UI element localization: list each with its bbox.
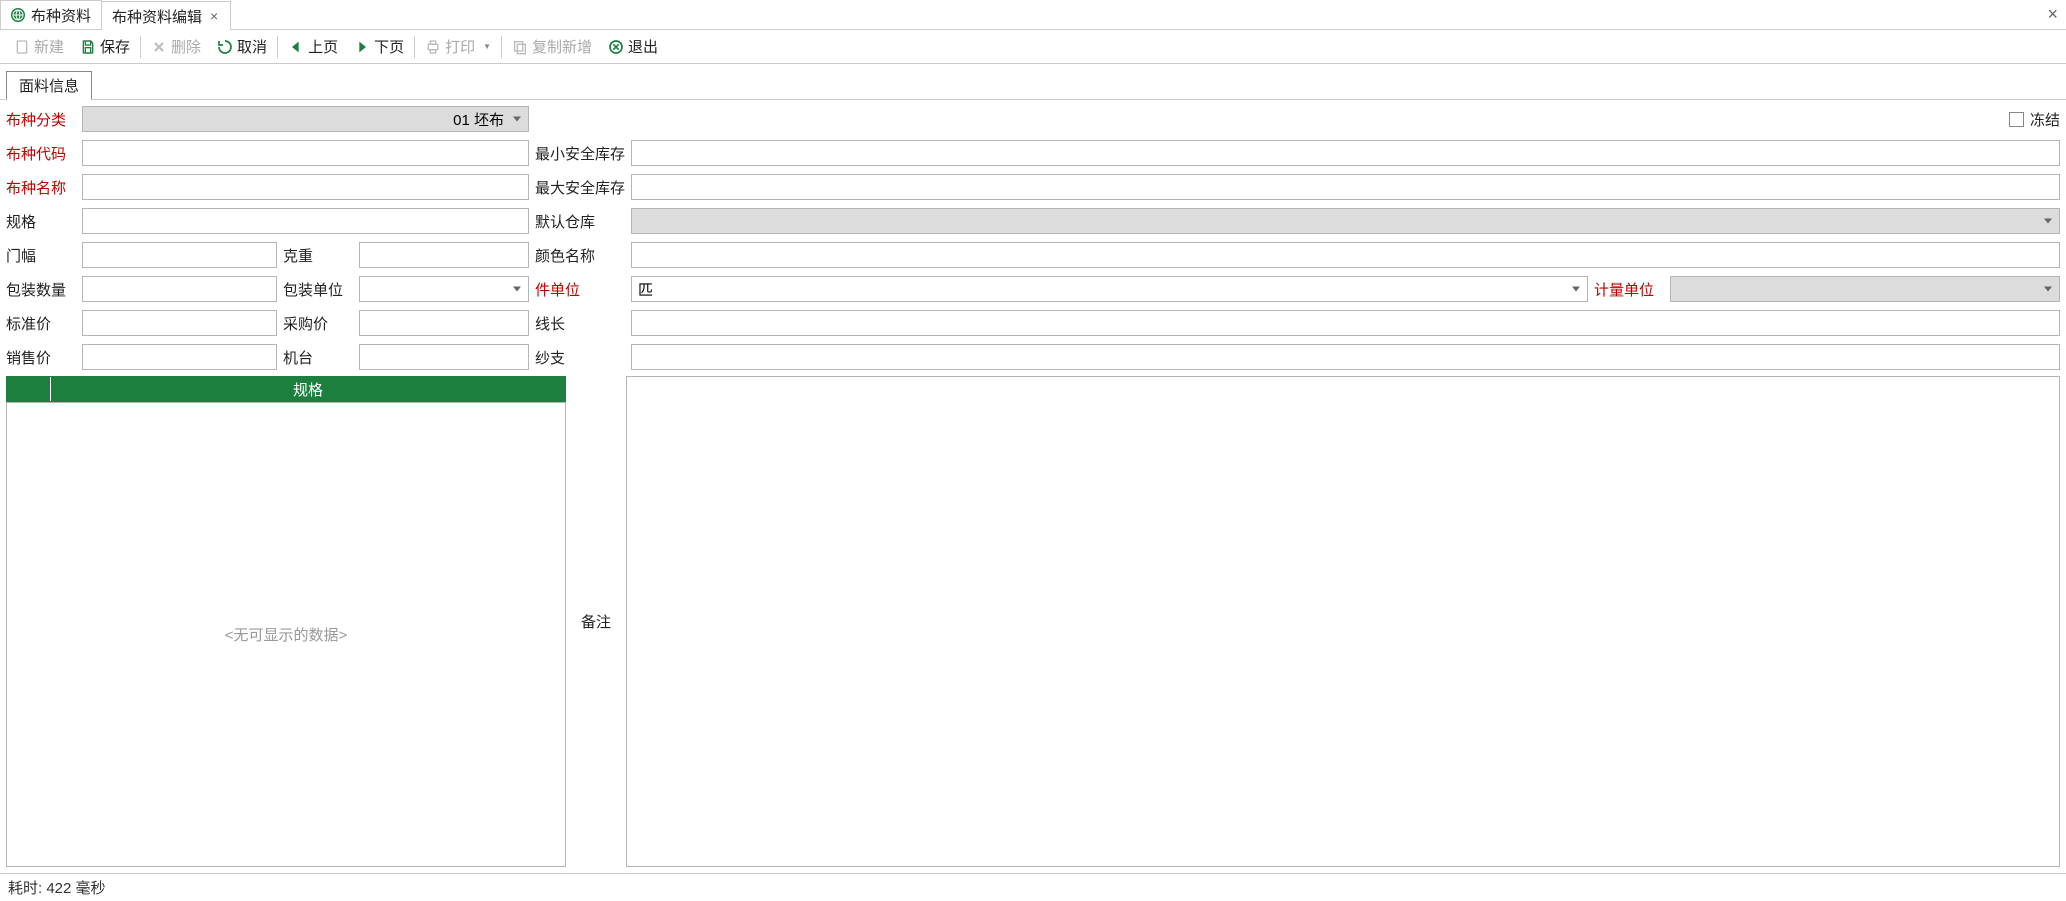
frozen-checkbox-wrap: 冻结	[1670, 109, 2060, 130]
label-line-len: 线长	[535, 313, 625, 334]
tab-fabric-edit[interactable]: 布种资料编辑 ×	[101, 1, 231, 30]
separator	[501, 36, 502, 58]
label-min-stock: 最小安全库存	[535, 143, 625, 164]
code-input[interactable]	[82, 140, 529, 166]
status-bar: 耗时: 422 毫秒	[0, 873, 2066, 901]
line-len-input[interactable]	[631, 310, 2060, 336]
cancel-button[interactable]: 取消	[209, 30, 275, 63]
piece-unit-select[interactable]	[631, 276, 1588, 302]
lower-area: 规格 <无可显示的数据> 备注	[0, 376, 2066, 873]
delete-button[interactable]: 删除	[143, 30, 209, 63]
spec-grid: 规格 <无可显示的数据>	[6, 376, 566, 867]
spec-grid-header: 规格	[6, 376, 566, 402]
label-code: 布种代码	[6, 143, 76, 164]
yarn-input[interactable]	[631, 344, 2060, 370]
std-price-input[interactable]	[82, 310, 277, 336]
pack-qty-input[interactable]	[82, 276, 277, 302]
spec-input[interactable]	[82, 208, 529, 234]
print-button[interactable]: 打印	[417, 30, 499, 63]
form: 布种分类 冻结 布种代码 最小安全库存 布种名称 最大安全库存 规格 默认仓库 …	[0, 100, 2066, 376]
copy-new-button[interactable]: 复制新增	[504, 30, 600, 63]
spec-grid-corner	[7, 377, 51, 401]
label-max-stock: 最大安全库存	[535, 177, 625, 198]
label-weight: 克重	[283, 245, 353, 266]
label-color: 颜色名称	[535, 245, 625, 266]
width-input[interactable]	[82, 242, 277, 268]
remarks-textarea[interactable]	[626, 376, 2060, 867]
close-icon[interactable]: ×	[208, 8, 220, 24]
label-yarn: 纱支	[535, 347, 625, 368]
color-input[interactable]	[631, 242, 2060, 268]
separator	[140, 36, 141, 58]
prev-button[interactable]: 上页	[280, 30, 346, 63]
tab-bar: 布种资料 布种资料编辑 × ×	[0, 0, 2066, 30]
label-name: 布种名称	[6, 177, 76, 198]
label-pack-unit: 包装单位	[283, 279, 353, 300]
label-std-price: 标准价	[6, 313, 76, 334]
min-stock-input[interactable]	[631, 140, 2060, 166]
category-select[interactable]	[82, 106, 529, 132]
tab-fabric-info[interactable]: 面料信息	[6, 71, 92, 100]
next-button[interactable]: 下页	[346, 30, 412, 63]
label-measure-unit: 计量单位	[1594, 279, 1664, 300]
max-stock-input[interactable]	[631, 174, 2060, 200]
machine-input[interactable]	[359, 344, 529, 370]
separator	[414, 36, 415, 58]
close-all-icon[interactable]: ×	[2047, 4, 2058, 25]
label-width: 门幅	[6, 245, 76, 266]
exit-button[interactable]: 退出	[600, 30, 666, 63]
tab-fabric-list[interactable]: 布种资料	[0, 0, 102, 29]
label-default-wh: 默认仓库	[535, 211, 625, 232]
pack-unit-select[interactable]	[359, 276, 529, 302]
tab-label: 布种资料编辑	[112, 6, 202, 27]
label-pack-qty: 包装数量	[6, 279, 76, 300]
separator	[277, 36, 278, 58]
spec-grid-title: 规格	[51, 377, 565, 401]
spec-grid-empty: <无可显示的数据>	[225, 624, 348, 645]
label-spec: 规格	[6, 211, 76, 232]
frozen-checkbox[interactable]	[2009, 112, 2024, 127]
purchase-price-input[interactable]	[359, 310, 529, 336]
toolbar: 新建 保存 删除 取消 上页 下页 打印 复制新增 退出	[0, 30, 2066, 64]
default-wh-select[interactable]	[631, 208, 2060, 234]
measure-unit-select[interactable]	[1670, 276, 2060, 302]
label-machine: 机台	[283, 347, 353, 368]
label-remarks: 备注	[576, 376, 616, 867]
label-piece-unit: 件单位	[535, 279, 625, 300]
label-sale-price: 销售价	[6, 347, 76, 368]
new-button[interactable]: 新建	[6, 30, 72, 63]
spec-grid-body[interactable]: <无可显示的数据>	[6, 402, 566, 867]
save-button[interactable]: 保存	[72, 30, 138, 63]
label-category: 布种分类	[6, 109, 76, 130]
subtab-bar: 面料信息	[0, 64, 2066, 100]
name-input[interactable]	[82, 174, 529, 200]
tab-label: 布种资料	[31, 5, 91, 26]
weight-input[interactable]	[359, 242, 529, 268]
globe-icon	[11, 8, 25, 22]
label-purchase-price: 采购价	[283, 313, 353, 334]
label-frozen: 冻结	[2030, 109, 2060, 130]
sale-price-input[interactable]	[82, 344, 277, 370]
